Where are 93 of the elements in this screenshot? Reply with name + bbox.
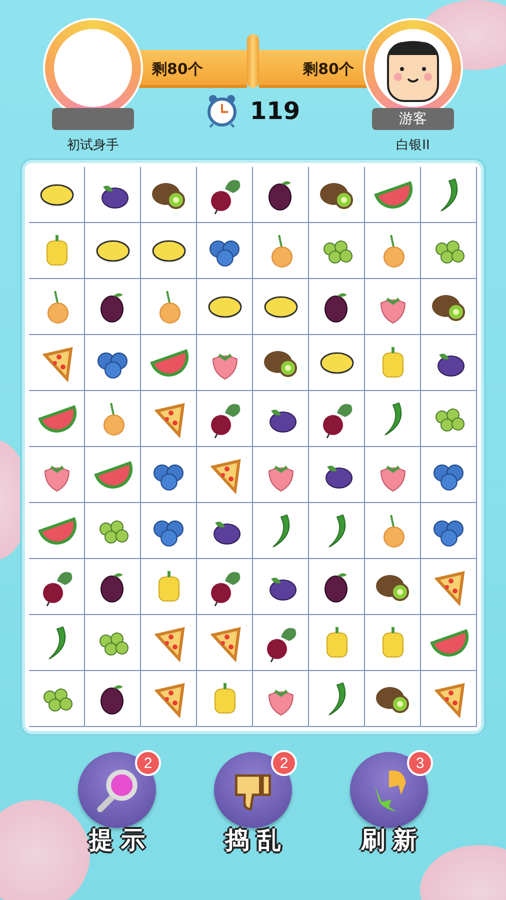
remaining-count: 剩80个: [138, 50, 247, 88]
remaining-count: 剩80个: [259, 50, 368, 88]
tile-button[interactable]: [141, 279, 197, 335]
tile-button[interactable]: [421, 391, 477, 447]
tile-button[interactable]: [85, 223, 141, 279]
tool-label: 刷新: [361, 826, 425, 856]
player-rank: 初试身手: [67, 137, 119, 154]
alarm-clock-icon: [206, 94, 238, 128]
tile-button[interactable]: [141, 671, 197, 727]
tile-button[interactable]: [253, 279, 309, 335]
tile-button[interactable]: [421, 559, 477, 615]
tile-button[interactable]: [29, 559, 85, 615]
tile-button[interactable]: [365, 503, 421, 559]
tile-button[interactable]: [421, 447, 477, 503]
tile-button[interactable]: [421, 279, 477, 335]
tile-button[interactable]: [141, 447, 197, 503]
tile-button[interactable]: [29, 223, 85, 279]
tile-button[interactable]: [197, 615, 253, 671]
tile-button[interactable]: [421, 335, 477, 391]
tile-button[interactable]: [309, 615, 365, 671]
tile-button[interactable]: [29, 615, 85, 671]
tile-button[interactable]: [141, 167, 197, 223]
player-name: 游客: [372, 108, 454, 130]
tile-button[interactable]: [309, 391, 365, 447]
tile-button[interactable]: [253, 615, 309, 671]
tile-button[interactable]: [29, 335, 85, 391]
tile-button[interactable]: [85, 335, 141, 391]
tile-button[interactable]: [197, 671, 253, 727]
tile-button[interactable]: [141, 391, 197, 447]
tile-button[interactable]: [253, 559, 309, 615]
tile-button[interactable]: [365, 167, 421, 223]
tile-button[interactable]: [309, 223, 365, 279]
tile-button[interactable]: [309, 671, 365, 727]
tile-button[interactable]: [309, 279, 365, 335]
tile-button[interactable]: [29, 503, 85, 559]
tile-button[interactable]: [365, 615, 421, 671]
count-badge: 3: [407, 750, 433, 776]
tile-button[interactable]: [85, 447, 141, 503]
countdown-timer: 119: [250, 97, 300, 125]
tile-button[interactable]: [309, 503, 365, 559]
tile-button[interactable]: [85, 279, 141, 335]
tile-button[interactable]: [85, 503, 141, 559]
count-badge: 2: [135, 750, 161, 776]
tile-button[interactable]: [421, 223, 477, 279]
tile-button[interactable]: [29, 279, 85, 335]
tile-button[interactable]: [365, 335, 421, 391]
tile-button[interactable]: [85, 167, 141, 223]
tile-button[interactable]: [309, 559, 365, 615]
tile-button[interactable]: [197, 503, 253, 559]
count-badge: 2: [271, 750, 297, 776]
tile-button[interactable]: [365, 279, 421, 335]
tile-button[interactable]: [197, 223, 253, 279]
tile-button[interactable]: [309, 167, 365, 223]
tile-button[interactable]: [197, 447, 253, 503]
tile-button[interactable]: [85, 391, 141, 447]
tile-button[interactable]: [197, 391, 253, 447]
tile-button[interactable]: [253, 223, 309, 279]
tool-label: 捣乱: [225, 826, 289, 856]
tile-button[interactable]: [421, 167, 477, 223]
tile-button[interactable]: [141, 615, 197, 671]
tile-button[interactable]: [421, 503, 477, 559]
player-rank: 白银II: [396, 137, 430, 154]
tile-button[interactable]: [253, 503, 309, 559]
tile-button[interactable]: [85, 615, 141, 671]
tile-button[interactable]: [309, 447, 365, 503]
tile-button[interactable]: [141, 223, 197, 279]
bar-divider: [247, 34, 259, 88]
tile-button[interactable]: [141, 559, 197, 615]
tile-button[interactable]: [365, 391, 421, 447]
tile-button[interactable]: [141, 335, 197, 391]
tile-button[interactable]: [253, 167, 309, 223]
tile-button[interactable]: [85, 559, 141, 615]
tile-button[interactable]: [365, 671, 421, 727]
tile-button[interactable]: [29, 391, 85, 447]
tile-button[interactable]: [197, 335, 253, 391]
tile-button[interactable]: [421, 615, 477, 671]
tile-button[interactable]: [365, 447, 421, 503]
tile-button[interactable]: [421, 671, 477, 727]
tile-button[interactable]: [253, 671, 309, 727]
tile-button[interactable]: [253, 335, 309, 391]
tile-button[interactable]: [309, 335, 365, 391]
tool-label: 提示: [89, 826, 153, 856]
tile-button[interactable]: [197, 559, 253, 615]
tile-button[interactable]: [365, 559, 421, 615]
tile-button[interactable]: [29, 447, 85, 503]
tile-button[interactable]: [29, 671, 85, 727]
tile-button[interactable]: [197, 167, 253, 223]
tile-button[interactable]: [85, 671, 141, 727]
tile-button[interactable]: [365, 223, 421, 279]
tile-button[interactable]: [253, 447, 309, 503]
tile-button[interactable]: [197, 279, 253, 335]
tile-button[interactable]: [253, 391, 309, 447]
tile-button[interactable]: [141, 503, 197, 559]
